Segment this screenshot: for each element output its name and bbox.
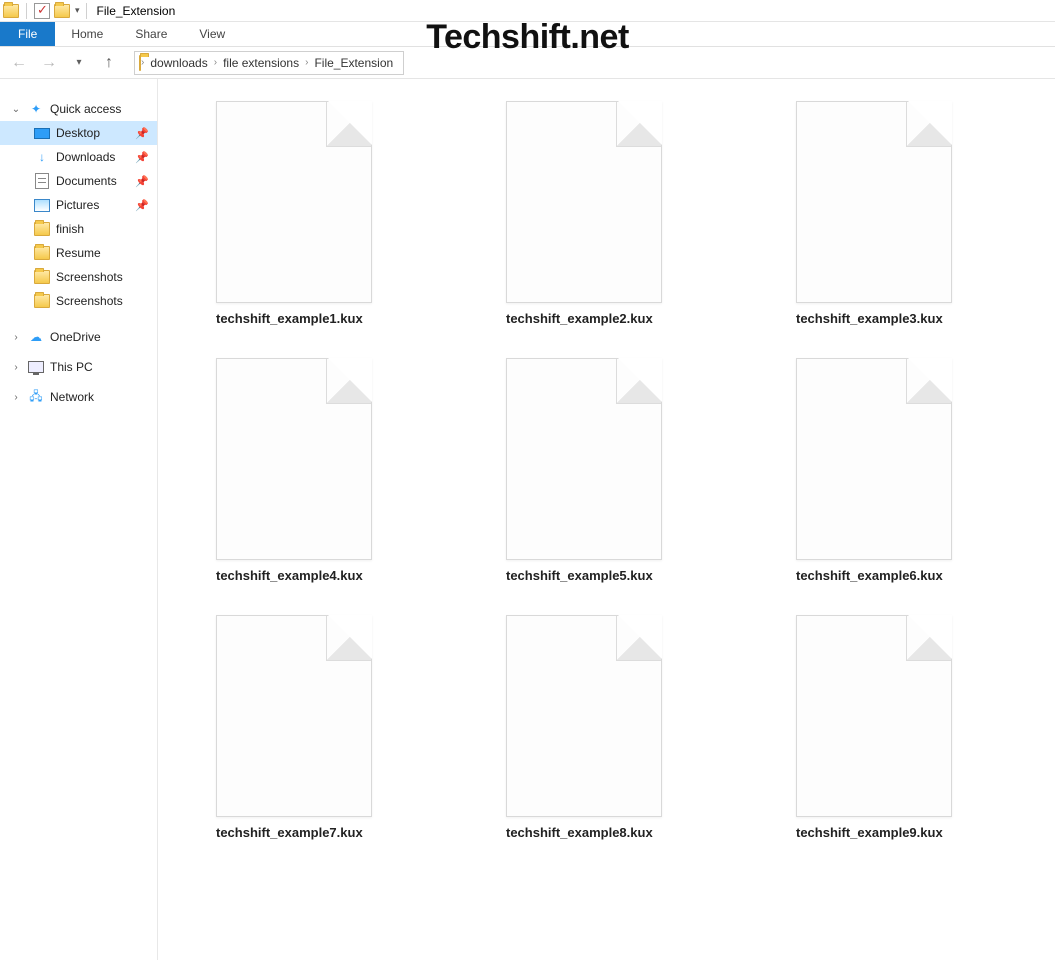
file-name: techshift_example3.kux bbox=[796, 311, 943, 326]
tree-label: Pictures bbox=[56, 198, 99, 212]
file-name: techshift_example4.kux bbox=[216, 568, 363, 583]
folder-icon[interactable] bbox=[53, 2, 71, 20]
tree-item-folder[interactable]: Resume bbox=[0, 241, 157, 265]
file-item[interactable]: techshift_example3.kux bbox=[796, 101, 996, 326]
breadcrumb-item[interactable]: downloads bbox=[144, 56, 213, 70]
chevron-right-icon[interactable] bbox=[10, 362, 22, 373]
tab-share[interactable]: Share bbox=[119, 22, 183, 46]
tree-item-pictures[interactable]: Pictures 📌 bbox=[0, 193, 157, 217]
document-icon bbox=[35, 173, 49, 189]
tree-label: Quick access bbox=[50, 102, 121, 116]
breadcrumb-item[interactable]: File_Extension bbox=[308, 56, 399, 70]
network-icon: 🖧 bbox=[28, 389, 44, 405]
tree-this-pc[interactable]: This PC bbox=[0, 355, 157, 379]
pin-icon: 📌 bbox=[135, 199, 149, 212]
tree-item-downloads[interactable]: ↓ Downloads 📌 bbox=[0, 145, 157, 169]
tab-home[interactable]: Home bbox=[55, 22, 119, 46]
cloud-icon: ☁ bbox=[28, 329, 44, 345]
tree-item-desktop[interactable]: Desktop 📌 bbox=[0, 121, 157, 145]
chevron-right-icon[interactable] bbox=[10, 332, 22, 343]
window-title: File_Extension bbox=[97, 4, 176, 18]
chevron-down-icon[interactable]: ▾ bbox=[75, 5, 80, 16]
file-thumbnail bbox=[216, 101, 372, 303]
desktop-icon bbox=[34, 128, 50, 139]
tree-label: Resume bbox=[56, 246, 101, 260]
tree-label: Downloads bbox=[56, 150, 115, 164]
properties-icon[interactable] bbox=[33, 2, 51, 20]
tree-item-folder[interactable]: finish bbox=[0, 217, 157, 241]
pin-icon: 📌 bbox=[135, 151, 149, 164]
tree-label: Screenshots bbox=[56, 270, 123, 284]
tree-quick-access[interactable]: ✦ Quick access bbox=[0, 97, 157, 121]
file-name: techshift_example2.kux bbox=[506, 311, 653, 326]
file-tab[interactable]: File bbox=[0, 22, 55, 46]
file-item[interactable]: techshift_example8.kux bbox=[506, 615, 706, 840]
content-area[interactable]: techshift_example1.kux techshift_example2… bbox=[158, 79, 1055, 960]
tree-label: finish bbox=[56, 222, 84, 236]
navigation-bar: ← → ▾ ↑ › downloads › file extensions › … bbox=[0, 47, 1055, 79]
tree-item-folder[interactable]: Screenshots bbox=[0, 265, 157, 289]
file-item[interactable]: techshift_example2.kux bbox=[506, 101, 706, 326]
file-thumbnail bbox=[506, 101, 662, 303]
address-bar[interactable]: › downloads › file extensions › File_Ext… bbox=[134, 51, 404, 75]
file-name: techshift_example8.kux bbox=[506, 825, 653, 840]
separator bbox=[86, 3, 87, 19]
pin-icon: 📌 bbox=[135, 175, 149, 188]
file-name: techshift_example6.kux bbox=[796, 568, 943, 583]
folder-icon bbox=[139, 56, 141, 70]
file-name: techshift_example7.kux bbox=[216, 825, 363, 840]
tab-view[interactable]: View bbox=[183, 22, 241, 46]
file-thumbnail bbox=[216, 358, 372, 560]
file-thumbnail bbox=[796, 615, 952, 817]
body: ✦ Quick access Desktop 📌 ↓ Downloads 📌 D… bbox=[0, 79, 1055, 960]
recent-locations-button[interactable]: ▾ bbox=[68, 52, 90, 74]
tree-item-folder[interactable]: Screenshots bbox=[0, 289, 157, 313]
pc-icon bbox=[28, 361, 44, 373]
chevron-down-icon[interactable] bbox=[10, 104, 22, 115]
tree-network[interactable]: 🖧 Network bbox=[0, 385, 157, 409]
tree-item-documents[interactable]: Documents 📌 bbox=[0, 169, 157, 193]
file-thumbnail bbox=[216, 615, 372, 817]
pin-icon: 📌 bbox=[135, 127, 149, 140]
file-name: techshift_example9.kux bbox=[796, 825, 943, 840]
file-item[interactable]: techshift_example9.kux bbox=[796, 615, 996, 840]
navigation-pane: ✦ Quick access Desktop 📌 ↓ Downloads 📌 D… bbox=[0, 79, 158, 960]
chevron-right-icon[interactable] bbox=[10, 392, 22, 403]
folder-icon[interactable] bbox=[2, 2, 20, 20]
tree-label: Desktop bbox=[56, 126, 100, 140]
star-icon: ✦ bbox=[28, 101, 44, 117]
file-name: techshift_example5.kux bbox=[506, 568, 653, 583]
file-thumbnail bbox=[796, 101, 952, 303]
breadcrumb-item[interactable]: file extensions bbox=[217, 56, 305, 70]
pictures-icon bbox=[34, 199, 50, 212]
folder-icon bbox=[34, 221, 50, 237]
separator bbox=[26, 3, 27, 19]
download-icon: ↓ bbox=[34, 149, 50, 165]
forward-button[interactable]: → bbox=[38, 52, 60, 74]
folder-icon bbox=[34, 293, 50, 309]
tree-label: Screenshots bbox=[56, 294, 123, 308]
folder-icon bbox=[34, 245, 50, 261]
file-item[interactable]: techshift_example7.kux bbox=[216, 615, 416, 840]
titlebar: ▾ File_Extension bbox=[0, 0, 1055, 22]
tree-label: Network bbox=[50, 390, 94, 404]
tree-label: OneDrive bbox=[50, 330, 101, 344]
back-button[interactable]: ← bbox=[8, 52, 30, 74]
tree-label: This PC bbox=[50, 360, 93, 374]
file-thumbnail bbox=[796, 358, 952, 560]
up-button[interactable]: ↑ bbox=[98, 52, 120, 74]
file-grid: techshift_example1.kux techshift_example2… bbox=[216, 101, 1055, 840]
file-item[interactable]: techshift_example6.kux bbox=[796, 358, 996, 583]
tree-label: Documents bbox=[56, 174, 117, 188]
file-name: techshift_example1.kux bbox=[216, 311, 363, 326]
tree-onedrive[interactable]: ☁ OneDrive bbox=[0, 325, 157, 349]
file-item[interactable]: techshift_example4.kux bbox=[216, 358, 416, 583]
file-thumbnail bbox=[506, 358, 662, 560]
folder-icon bbox=[34, 269, 50, 285]
file-thumbnail bbox=[506, 615, 662, 817]
ribbon: File Home Share View Techshift.net bbox=[0, 22, 1055, 47]
file-item[interactable]: techshift_example5.kux bbox=[506, 358, 706, 583]
quick-access-toolbar: ▾ bbox=[2, 2, 91, 20]
file-item[interactable]: techshift_example1.kux bbox=[216, 101, 416, 326]
